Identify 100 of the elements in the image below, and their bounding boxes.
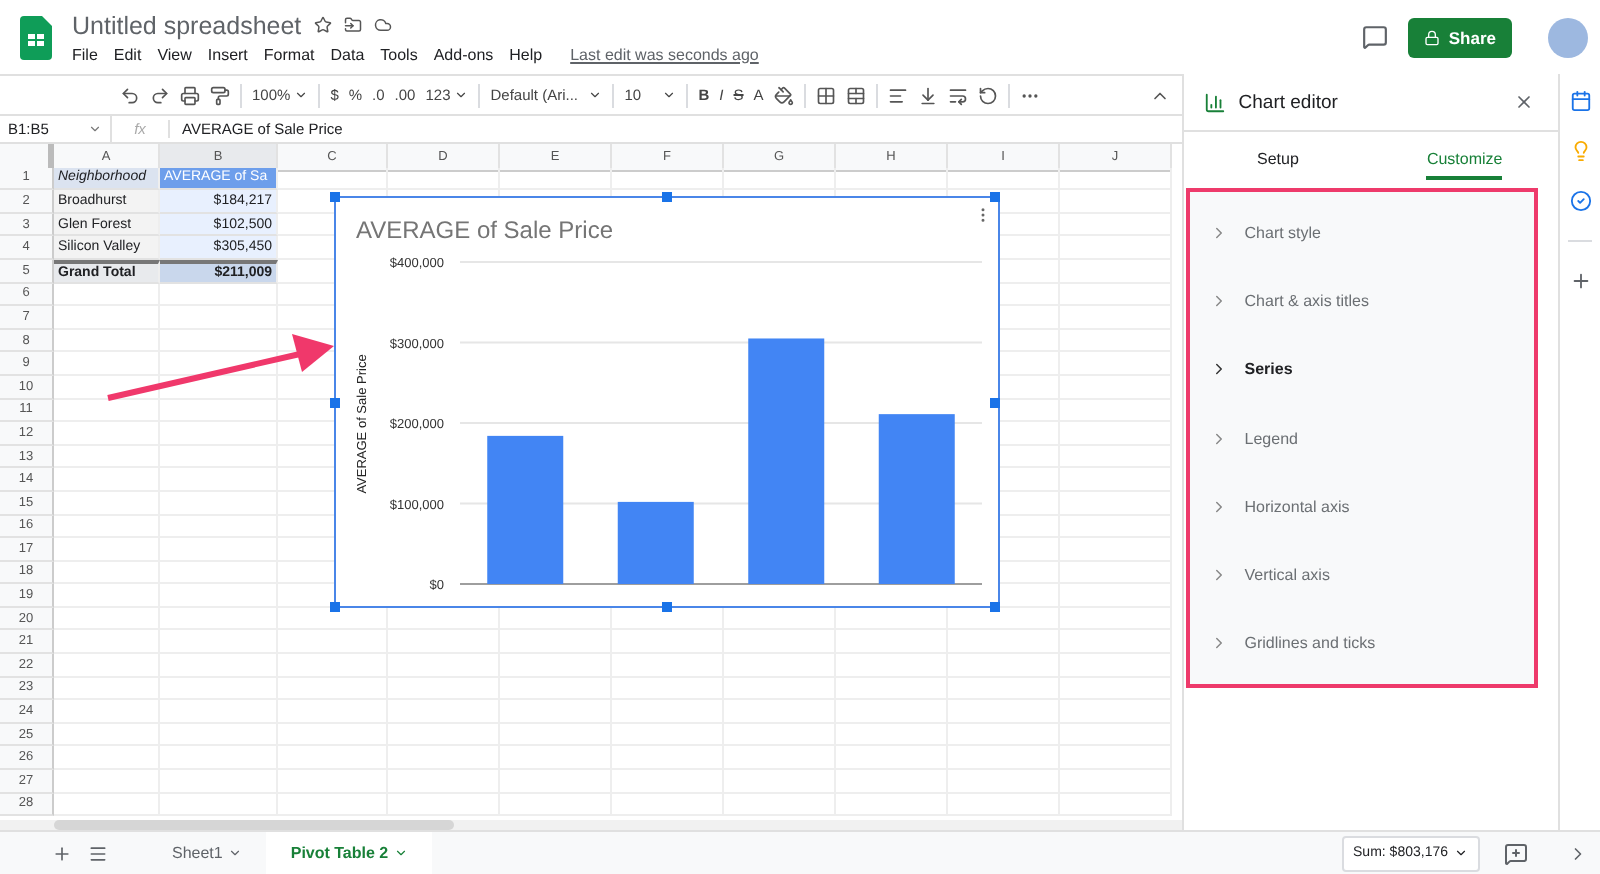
table-cell [278, 167, 388, 191]
editor-tab[interactable]: Customize [1426, 150, 1503, 180]
paint-format-icon[interactable] [210, 85, 230, 105]
editor-tab[interactable]: Setup [1257, 150, 1299, 180]
table-cell [54, 468, 160, 492]
section-label[interactable]: Vertical axis [1244, 566, 1330, 585]
check-circle-icon[interactable] [1569, 190, 1592, 212]
calendar-icon[interactable] [1569, 90, 1592, 112]
resize-handle[interactable] [330, 398, 340, 408]
redo-icon[interactable] [150, 85, 170, 105]
table-cell [54, 700, 160, 724]
section-label[interactable]: Chart & axis titles [1244, 291, 1370, 310]
table-cell [54, 515, 160, 539]
undo-icon[interactable] [120, 85, 140, 105]
merge-cells-icon[interactable] [845, 85, 866, 105]
caret-icon[interactable] [454, 88, 469, 102]
folder-icon[interactable] [343, 16, 362, 34]
caret-icon[interactable] [294, 88, 309, 102]
table-cell [1060, 167, 1172, 191]
table-cell [160, 793, 278, 817]
table-cell [54, 746, 160, 771]
table-cell [500, 167, 612, 191]
table-cell [54, 584, 160, 608]
scrollbar-thumb[interactable] [54, 820, 454, 830]
table-cell [388, 793, 500, 817]
caret-icon[interactable] [1454, 846, 1468, 860]
table-cell [54, 329, 160, 353]
chart-title: AVERAGE of Sale Price [356, 216, 613, 244]
caret-icon[interactable] [662, 88, 677, 102]
menu-item[interactable]: Tools [380, 45, 418, 63]
table-cell [54, 654, 160, 678]
table-cell [160, 283, 278, 307]
resize-handle[interactable] [330, 602, 340, 612]
menu-item[interactable]: Data [330, 45, 365, 63]
table-cell [54, 422, 160, 446]
table-cell [278, 793, 388, 817]
close-icon[interactable] [1514, 92, 1535, 112]
resize-handle[interactable] [990, 602, 1000, 612]
text-rotation-icon[interactable] [977, 85, 998, 105]
table-cell [54, 793, 160, 817]
chart-bar [617, 501, 694, 584]
last-edit-link[interactable]: Last edit was seconds ago [570, 45, 759, 63]
sheet-tab[interactable]: Pivot Table 2 [266, 832, 433, 874]
spreadsheet-logo-icon[interactable] [20, 15, 52, 59]
table-cell [612, 167, 724, 191]
menu-item[interactable]: Help [509, 45, 543, 63]
fill-color-icon[interactable] [773, 85, 794, 105]
menu-item[interactable]: File [72, 45, 98, 63]
table-cell [54, 607, 160, 631]
table-cell [948, 167, 1060, 191]
sheet-list-icon[interactable] [88, 843, 108, 863]
table-cell [54, 491, 160, 515]
menu-item[interactable]: Format [263, 45, 315, 63]
section-label[interactable]: Series [1244, 360, 1293, 379]
text-wrap-icon[interactable] [947, 85, 968, 105]
table-cell [54, 399, 160, 423]
resize-handle[interactable] [662, 602, 672, 612]
section-label[interactable]: Legend [1244, 429, 1298, 448]
star-icon[interactable] [313, 16, 332, 34]
table-cell [724, 167, 836, 191]
plus-icon[interactable] [1569, 270, 1592, 292]
table-cell [388, 167, 500, 191]
section-label[interactable]: Horizontal axis [1244, 497, 1350, 516]
document-title[interactable]: Untitled spreadsheet [72, 11, 302, 39]
table-cell [54, 723, 160, 747]
lock-icon [1424, 29, 1441, 45]
add-sheet-icon[interactable] [52, 843, 72, 863]
table-cell [54, 352, 160, 376]
table-cell [54, 445, 160, 469]
share-button[interactable]: Share [1408, 17, 1512, 57]
resize-handle[interactable] [990, 192, 1000, 202]
sheet-tab[interactable]: Sheet1 [148, 832, 267, 874]
table-cell [54, 770, 160, 794]
resize-handle[interactable] [330, 192, 340, 202]
table-cell [54, 538, 160, 562]
section-label[interactable]: Gridlines and ticks [1244, 634, 1376, 653]
table-cell [54, 630, 160, 655]
table-cell [54, 283, 160, 307]
caret-icon[interactable] [588, 88, 603, 102]
table-cell [54, 375, 160, 400]
vertical-align-icon[interactable] [917, 85, 938, 105]
resize-handle[interactable] [990, 398, 1000, 408]
menu-item[interactable]: Add-ons [433, 45, 494, 63]
table-cell [836, 167, 948, 191]
explore-icon[interactable] [1504, 841, 1528, 865]
borders-icon[interactable] [815, 85, 836, 105]
section-label[interactable]: Chart style [1244, 223, 1321, 242]
chart-icon [1204, 91, 1227, 113]
cloud-icon[interactable] [373, 16, 392, 34]
menu-item[interactable]: View [157, 45, 192, 63]
table-cell [54, 561, 160, 585]
panel-title: Chart editor [1238, 91, 1340, 113]
print-icon[interactable] [180, 85, 200, 105]
menu-item[interactable]: Insert [207, 45, 248, 63]
resize-handle[interactable] [662, 192, 672, 202]
comment-icon[interactable] [1362, 24, 1389, 50]
table-cell [54, 677, 160, 701]
menu-item[interactable]: Edit [113, 45, 142, 63]
table-cell [54, 306, 160, 330]
align-left-icon[interactable] [887, 85, 908, 105]
